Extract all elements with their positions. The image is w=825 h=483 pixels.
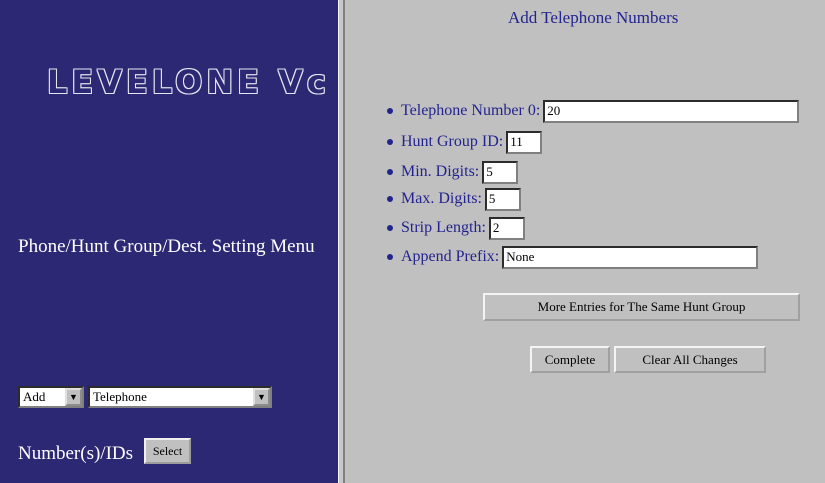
type-select[interactable]: Telephone ▼: [88, 386, 272, 408]
levelone-logo: LEVELONE Vc: [47, 63, 330, 101]
complete-button[interactable]: Complete: [530, 346, 610, 373]
menu-title: Phone/Hunt Group/Dest. Setting Menu: [18, 236, 315, 257]
telephone-number-row: Telephone Number 0: 20: [387, 99, 800, 123]
bullet-icon: [387, 254, 393, 260]
strip-length-label: Strip Length:: [401, 219, 486, 236]
bullet-icon: [387, 169, 393, 175]
hunt-group-id-label: Hunt Group ID:: [401, 133, 504, 150]
max-digits-row: Max. Digits: 5: [387, 187, 521, 211]
bullet-icon: [387, 225, 393, 231]
append-prefix-label: Append Prefix:: [401, 248, 500, 265]
action-select[interactable]: Add ▼: [18, 386, 84, 408]
chevron-down-icon[interactable]: ▼: [253, 388, 270, 406]
content-frame: [345, 0, 825, 483]
bullet-icon: [387, 108, 393, 114]
chevron-down-icon[interactable]: ▼: [65, 388, 82, 406]
telephone-number-input[interactable]: 20: [543, 99, 800, 123]
bullet-icon: [387, 196, 393, 202]
hunt-group-id-row: Hunt Group ID: 11: [387, 130, 543, 154]
strip-length-input[interactable]: 2: [488, 216, 525, 240]
select-button[interactable]: Select: [144, 438, 191, 464]
left-menu-frame: LEVELONE Vc Phone/Hunt Group/Dest. Setti…: [0, 0, 338, 483]
bullet-icon: [387, 139, 393, 145]
min-digits-label: Min. Digits:: [401, 163, 480, 180]
clear-all-changes-button[interactable]: Clear All Changes: [614, 346, 766, 373]
max-digits-input[interactable]: 5: [484, 187, 521, 211]
frame-divider[interactable]: [338, 0, 345, 483]
append-prefix-input[interactable]: None: [502, 245, 759, 269]
page-title: Add Telephone Numbers: [508, 8, 679, 27]
min-digits-input[interactable]: 5: [482, 160, 519, 184]
append-prefix-row: Append Prefix: None: [387, 245, 759, 269]
strip-length-row: Strip Length: 2: [387, 216, 525, 240]
type-select-value: Telephone: [93, 389, 147, 404]
more-entries-button[interactable]: More Entries for The Same Hunt Group: [483, 293, 800, 321]
max-digits-label: Max. Digits:: [401, 190, 482, 207]
numbers-label: Number(s)/IDs: [18, 443, 134, 464]
min-digits-row: Min. Digits: 5: [387, 160, 519, 184]
telephone-number-label: Telephone Number 0:: [401, 102, 541, 119]
action-select-value: Add: [23, 389, 46, 404]
hunt-group-id-input[interactable]: 11: [506, 130, 543, 154]
